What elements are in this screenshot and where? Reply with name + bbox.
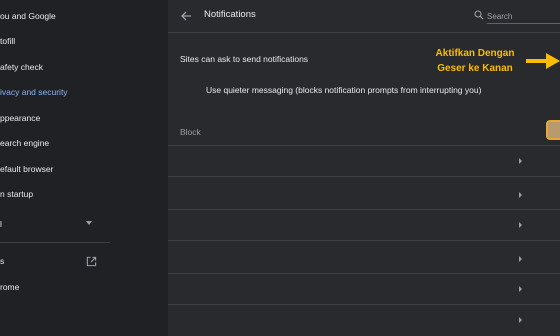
list-divider [168, 304, 560, 305]
sidebar-item-privacy-and-security[interactable]: ivacy and security [0, 84, 68, 100]
list-divider [168, 209, 560, 210]
ask-to-send-label: Sites can ask to send notifications [180, 54, 309, 64]
sidebar-item-about-chrome[interactable]: rome [0, 279, 19, 295]
search-icon [474, 10, 484, 20]
sidebar-item-safety-check[interactable]: afety check [0, 59, 43, 75]
notifications-toggle[interactable] [546, 120, 560, 140]
chevron-right-icon[interactable] [519, 256, 522, 262]
open-in-new-icon[interactable] [86, 256, 97, 267]
list-divider [168, 273, 560, 274]
block-section-heading: Block [180, 127, 201, 137]
sidebar-item-extensions[interactable]: s [0, 253, 4, 269]
sidebar-item-appearance[interactable]: ppearance [0, 110, 40, 126]
sidebar-item-advanced[interactable]: l [0, 216, 2, 232]
sidebar-item-default-browser[interactable]: efault browser [0, 161, 53, 177]
notifications-panel: Notifications Sites can ask to send noti… [168, 0, 560, 336]
sidebar-item-you-and-google[interactable]: ou and Google [0, 8, 56, 24]
annotation-line-2: Geser ke Kanan [437, 63, 513, 74]
arrow-right-icon [526, 53, 560, 69]
instruction-annotation: Aktifkan Dengan Geser ke Kanan [430, 46, 520, 76]
sidebar-item-autofill[interactable]: tofill [0, 33, 15, 49]
chevron-right-icon[interactable] [519, 317, 522, 323]
annotation-line-1: Aktifkan Dengan [435, 48, 515, 59]
page-title: Notifications [204, 9, 256, 20]
chevron-right-icon[interactable] [519, 158, 522, 164]
header-divider [168, 32, 560, 33]
search-input[interactable] [487, 9, 560, 24]
list-divider [168, 240, 560, 241]
sidebar-item-on-startup[interactable]: n startup [0, 186, 33, 202]
list-divider [168, 145, 560, 146]
chevron-down-icon[interactable] [86, 221, 92, 225]
chevron-right-icon[interactable] [519, 286, 522, 292]
chevron-right-icon[interactable] [519, 222, 522, 228]
quieter-messaging-label: Use quieter messaging (blocks notificati… [206, 85, 482, 95]
arrow-left-icon[interactable] [180, 10, 192, 22]
settings-sidebar: ou and Google tofill afety check ivacy a… [0, 0, 168, 336]
search-box[interactable] [474, 9, 560, 24]
list-divider [168, 176, 560, 177]
sidebar-item-search-engine[interactable]: earch engine [0, 135, 49, 151]
sidebar-divider [0, 242, 110, 243]
chevron-right-icon[interactable] [519, 192, 522, 198]
